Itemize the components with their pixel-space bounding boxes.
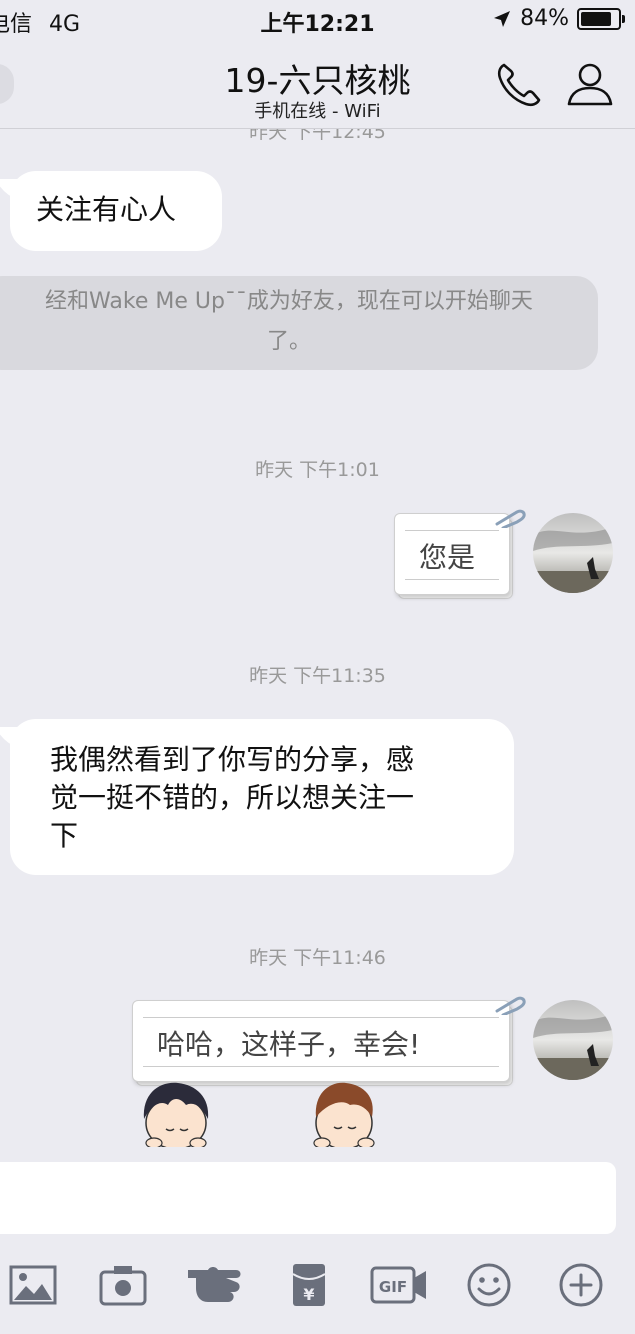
message-text: 您是 bbox=[419, 541, 476, 574]
timestamp: 昨天 下午11:35 bbox=[249, 665, 386, 687]
plus-icon[interactable] bbox=[556, 1262, 606, 1308]
message-bubble-sent[interactable]: 您是 bbox=[394, 509, 526, 599]
message-text: 关注有心人 bbox=[36, 193, 177, 226]
timestamp: 昨天 下午12:45 bbox=[249, 129, 386, 143]
avatar[interactable] bbox=[533, 1000, 613, 1080]
status-right: 84% bbox=[492, 6, 625, 31]
red-packet-icon[interactable]: ¥ bbox=[284, 1262, 334, 1308]
svg-text:¥: ¥ bbox=[303, 1285, 314, 1304]
cartoon-boy-dark-hair-sticker bbox=[143, 1082, 209, 1147]
message-input[interactable] bbox=[0, 1162, 616, 1234]
message-text-line2: 觉一挺不错的，所以想关注一 bbox=[50, 781, 415, 814]
phone-icon[interactable] bbox=[494, 60, 544, 110]
person-icon[interactable] bbox=[566, 60, 614, 108]
avatar[interactable] bbox=[533, 513, 613, 593]
system-notice-line2: 了。 bbox=[266, 329, 311, 354]
message-bubble-sent[interactable]: 哈哈，这样子，幸会! bbox=[132, 996, 526, 1086]
paperclip-icon bbox=[495, 509, 526, 528]
timestamp: 昨天 下午1:01 bbox=[255, 459, 380, 481]
avatar-image bbox=[533, 1000, 613, 1080]
smiley-icon[interactable] bbox=[464, 1262, 514, 1308]
svg-text:GIF: GIF bbox=[379, 1278, 407, 1296]
timestamp: 昨天 下午11:46 bbox=[249, 947, 386, 969]
message-text: 哈哈，这样子，幸会! bbox=[157, 1028, 421, 1061]
chat-header: 19-六只核桃 手机在线 - WiFi bbox=[0, 40, 635, 129]
status-bar: 电信 4G 上午12:21 84% bbox=[0, 0, 635, 40]
message-bubble-received[interactable]: 我偶然看到了你写的分享，感 觉一挺不错的，所以想关注一 下 bbox=[10, 719, 514, 875]
system-notice-line1: 经和Wake Me Up¯¯成为好友，现在可以开始聊天 bbox=[45, 289, 533, 314]
battery-icon bbox=[577, 7, 625, 30]
message-text-line3: 下 bbox=[50, 819, 79, 852]
battery-percent: 84% bbox=[520, 6, 569, 31]
message-text: 我偶然看到了你写的分享，感 觉一挺不错的，所以想关注一 下 bbox=[50, 741, 414, 855]
cartoon-boy-brown-hair-sticker bbox=[313, 1082, 375, 1147]
hand-icon[interactable] bbox=[186, 1262, 244, 1308]
location-arrow-icon bbox=[494, 10, 511, 27]
avatar-image bbox=[533, 513, 613, 593]
message-list[interactable]: 昨天 下午12:45 关注有心人 经和Wake Me Up¯¯成为好友，现在可以… bbox=[0, 129, 635, 1161]
message-text-line1: 我偶然看到了你写的分享，感 bbox=[50, 743, 415, 776]
camera-icon[interactable] bbox=[98, 1262, 148, 1308]
message-bubble-received[interactable]: 关注有心人 bbox=[10, 171, 222, 251]
image-icon[interactable] bbox=[8, 1262, 58, 1308]
chat-toolbar: ¥ GIF bbox=[0, 1240, 635, 1334]
gif-icon[interactable]: GIF bbox=[370, 1262, 428, 1308]
system-notice: 经和Wake Me Up¯¯成为好友，现在可以开始聊天 了。 bbox=[0, 276, 598, 370]
paperclip-icon bbox=[495, 996, 526, 1015]
